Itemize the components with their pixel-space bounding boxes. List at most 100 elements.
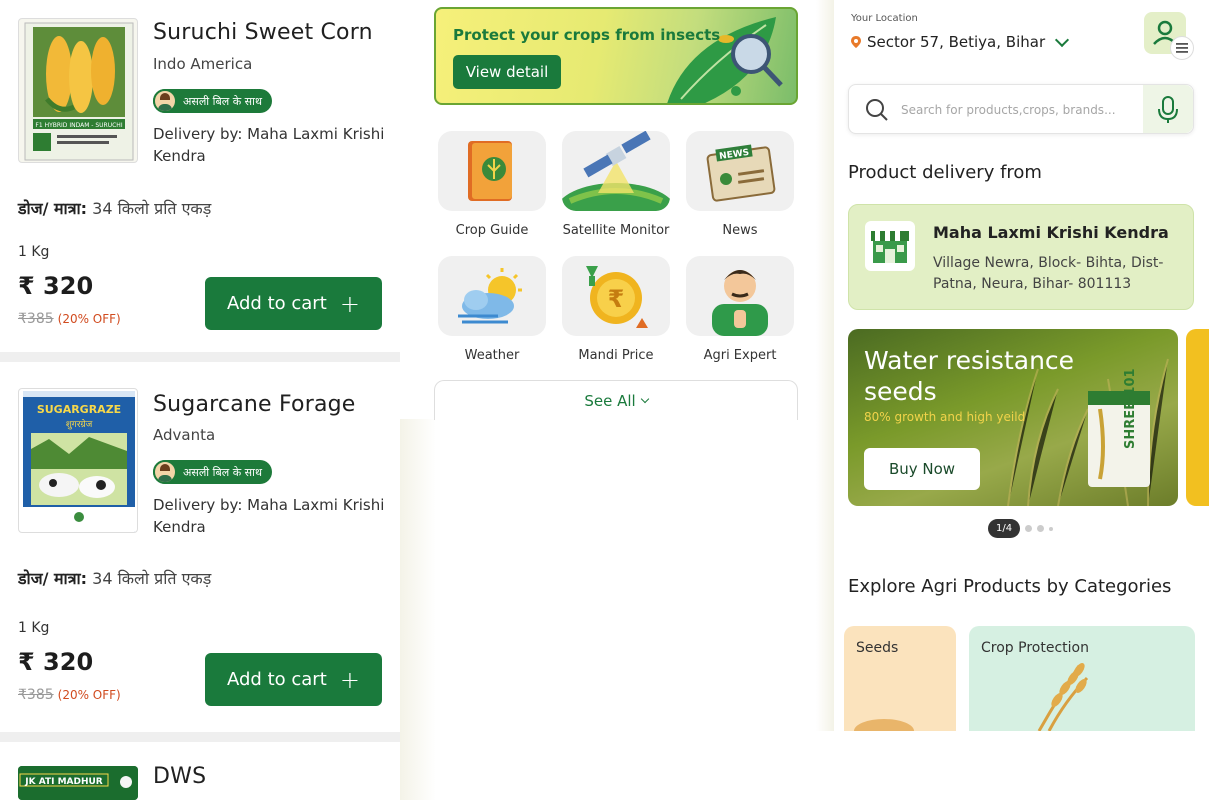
promo-pack-label: SHREE-101: [1123, 368, 1138, 449]
category-crop-protection[interactable]: Crop Protection: [969, 626, 1195, 731]
screen: F1 HYBRID INDAM - SURUCHI Suruchi Sweet …: [0, 0, 1209, 800]
pager-dot[interactable]: [1037, 525, 1045, 532]
dose-info: डोज/ मात्रा: 34 किलो प्रति एकड़: [18, 197, 211, 219]
pack-label-hindi: शुगरग्रेज: [66, 418, 93, 430]
dose-label: डोज/ मात्रा:: [18, 199, 88, 218]
product-image[interactable]: JK ATI MADHUR: [18, 766, 138, 800]
location-selector[interactable]: Sector 57, Betiya, Bihar: [851, 32, 1070, 51]
mrp-strikethrough: ₹385: [18, 311, 54, 327]
product-name[interactable]: Suruchi Sweet Corn: [153, 20, 373, 45]
product-image[interactable]: F1 HYBRID INDAM - SURUCHI: [18, 18, 138, 163]
price: ₹ 320: [18, 272, 94, 300]
divider-shadow: [816, 0, 836, 731]
price: ₹ 320: [18, 648, 94, 676]
pager-count: 1/4: [988, 519, 1021, 538]
wheat-illustration: [1037, 663, 1089, 731]
badge-text: असली बिल के साथ: [183, 465, 262, 479]
seeds-illustration: [854, 719, 914, 731]
see-all-label: See All: [584, 391, 636, 410]
pack-label: SUGARGRAZE: [37, 403, 121, 416]
product-card[interactable]: F1 HYBRID INDAM - SURUCHI Suruchi Sweet …: [0, 0, 400, 352]
delivery-info: Delivery by: Maha Laxmi Krishi Kendra: [153, 496, 385, 536]
crop-guide-icon: [438, 131, 546, 211]
product-card[interactable]: SUGARGRAZE शुगरग्रेज Sugarcane Forage Ad…: [0, 362, 400, 732]
pager-dot[interactable]: [1049, 526, 1054, 531]
promo-banner[interactable]: SHREE-101 Water resistance seeds 80% gro…: [848, 329, 1178, 506]
dose-value: 34 किलो प्रति एकड़: [92, 569, 212, 588]
category-seeds[interactable]: Seeds: [844, 626, 956, 731]
pack-label: F1 HYBRID INDAM - SURUCHI: [35, 122, 122, 129]
delivery-info: Delivery by: Maha Laxmi Krishi Kendra: [153, 125, 385, 165]
sugargraze-pack-illustration: SUGARGRAZE शुगरग्रेज: [23, 391, 135, 532]
discount-label: (20% OFF): [57, 688, 121, 702]
voice-search-button[interactable]: [1143, 85, 1193, 133]
service-label: Crop Guide: [455, 223, 529, 238]
product-name[interactable]: Sugarcane Forage: [153, 392, 356, 417]
product-brand: Advanta: [153, 426, 216, 444]
mrp-strikethrough: ₹385: [18, 687, 54, 703]
search-bar: [848, 84, 1194, 134]
service-mandi-price[interactable]: ₹ Mandi Price: [562, 256, 670, 363]
corn-pack-illustration: F1 HYBRID INDAM - SURUCHI: [24, 22, 134, 161]
agri-expert-icon: [686, 256, 794, 336]
search-icon: [866, 99, 888, 121]
store-icon: [865, 221, 915, 271]
add-to-cart-label: Add to cart: [227, 669, 327, 690]
location-value: Sector 57, Betiya, Bihar: [867, 33, 1046, 51]
news-icon: NEWS: [686, 131, 794, 211]
next-promo-banner[interactable]: [1186, 329, 1209, 506]
dose-value: 34 किलो प्रति एकड़: [92, 199, 212, 218]
promo-title: Water resistance seeds: [864, 346, 1075, 406]
mrp-info: ₹385 (20% OFF): [18, 687, 121, 703]
product-brand: Indo America: [153, 55, 253, 73]
shop-name: Maha Laxmi Krishi Kendra: [933, 223, 1169, 242]
section-title: Product delivery from: [848, 162, 1042, 183]
pack-label: JK ATI MADHUR: [24, 777, 103, 787]
service-label: Weather: [464, 348, 520, 363]
satellite-icon: [562, 131, 670, 211]
rupee-coin-icon: ₹: [562, 256, 670, 336]
chevron-down-icon: [1055, 32, 1070, 47]
service-satellite-monitor[interactable]: Satellite Monitor: [562, 131, 670, 238]
add-to-cart-button[interactable]: Add to cart +: [205, 277, 382, 330]
service-news[interactable]: NEWS News: [686, 131, 794, 238]
location-pin-icon: [851, 36, 861, 48]
section-title: Explore Agri Products by Categories: [848, 576, 1172, 597]
microphone-icon: [1158, 96, 1178, 123]
service-crop-guide[interactable]: Crop Guide: [438, 131, 546, 238]
weather-icon: [438, 256, 546, 336]
dws-pack-illustration: JK ATI MADHUR: [18, 766, 138, 800]
product-image[interactable]: SUGARGRAZE शुगरग्रेज: [18, 388, 138, 533]
product-card[interactable]: JK ATI MADHUR DWS: [0, 742, 400, 800]
service-agri-expert[interactable]: Agri Expert: [686, 256, 794, 363]
menu-button[interactable]: [1170, 36, 1194, 60]
chevron-down-icon: [640, 394, 649, 403]
shop-card[interactable]: Maha Laxmi Krishi Kendra Village Newra, …: [848, 204, 1194, 310]
product-list-panel: F1 HYBRID INDAM - SURUCHI Suruchi Sweet …: [0, 0, 400, 800]
pager-dot[interactable]: [1025, 525, 1033, 532]
genuine-bill-badge: असली बिल के साथ: [153, 89, 272, 113]
service-label: Satellite Monitor: [562, 223, 670, 238]
see-all-button[interactable]: See All: [434, 380, 798, 420]
service-label: Agri Expert: [703, 348, 777, 363]
add-to-cart-button[interactable]: Add to cart +: [205, 653, 382, 706]
plus-icon: +: [339, 289, 360, 318]
banner-title: Protect your crops from insects: [453, 26, 721, 44]
farmer-avatar-icon: [153, 89, 177, 113]
service-label: News: [722, 223, 758, 238]
product-name[interactable]: DWS: [153, 764, 206, 789]
rupee-symbol: ₹: [608, 285, 625, 313]
badge-text: असली बिल के साथ: [183, 94, 262, 108]
buy-now-button[interactable]: Buy Now: [864, 448, 980, 490]
search-input[interactable]: [901, 97, 1141, 123]
dose-label: डोज/ मात्रा:: [18, 569, 88, 588]
add-to-cart-label: Add to cart: [227, 293, 327, 314]
quantity-label: 1 Kg: [18, 620, 50, 636]
view-detail-button[interactable]: View detail: [453, 55, 561, 89]
insect-protection-banner[interactable]: Protect your crops from insects View det…: [434, 7, 798, 105]
service-weather[interactable]: Weather: [438, 256, 546, 363]
genuine-bill-badge: असली बिल के साथ: [153, 460, 272, 484]
service-label: Mandi Price: [578, 348, 654, 363]
hamburger-icon: [1176, 43, 1188, 53]
location-label: Your Location: [851, 13, 918, 24]
